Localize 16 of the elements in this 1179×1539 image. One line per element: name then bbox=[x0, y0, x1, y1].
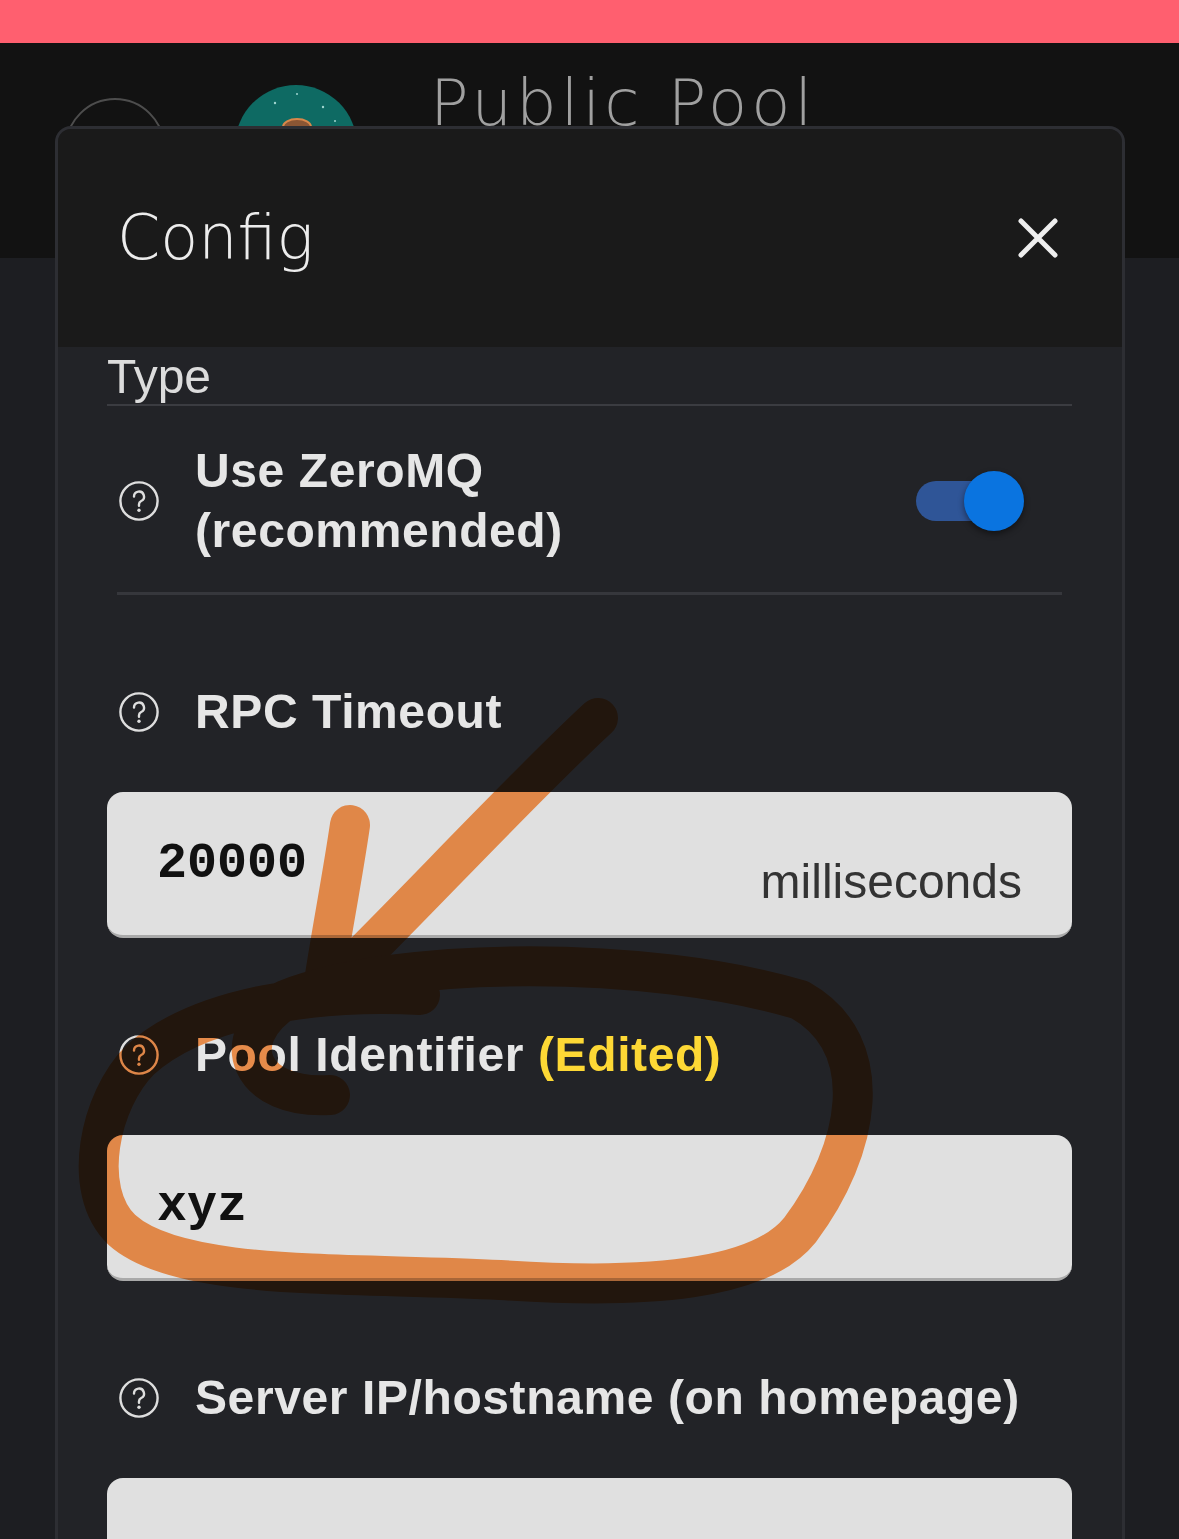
toggle-switch[interactable] bbox=[916, 471, 1024, 531]
help-icon[interactable] bbox=[119, 1378, 159, 1418]
app-title: Public Pool bbox=[430, 71, 817, 135]
close-icon bbox=[1018, 218, 1058, 258]
field-label: Pool Identifier bbox=[195, 1027, 524, 1083]
input-field[interactable]: 20000 milliseconds bbox=[107, 792, 1072, 938]
help-icon[interactable] bbox=[119, 481, 159, 521]
dialog-title: Config bbox=[117, 202, 314, 274]
help-icon[interactable] bbox=[119, 692, 159, 732]
close-button[interactable] bbox=[1016, 216, 1060, 260]
edited-label: (Edited) bbox=[538, 1027, 722, 1083]
field-label: Server IP/hostname (on homepage) bbox=[195, 1370, 1020, 1426]
unit-label: milliseconds bbox=[760, 854, 1022, 909]
toggle-label: Use ZeroMQ (recommended) bbox=[195, 443, 564, 559]
field-label: RPC Timeout bbox=[195, 684, 503, 740]
section-title: Type bbox=[107, 350, 212, 404]
